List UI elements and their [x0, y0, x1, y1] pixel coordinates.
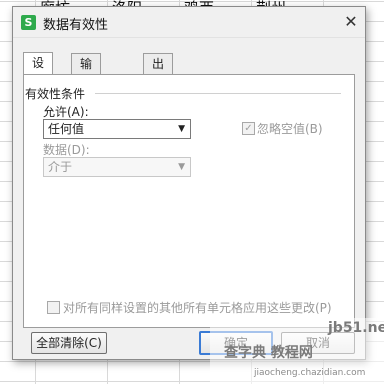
- watermark-site: jb51.net: [328, 320, 384, 336]
- watermark-url: jiaocheng.chazidian.com: [254, 368, 366, 378]
- ignore-blank-label: 忽略空值(B): [257, 122, 323, 136]
- data-validation-dialog: S 数据有效性 ✕ 设置 输入信息 出错警告 有效性条件 允许(A): 任何值 …: [12, 6, 366, 360]
- allow-label: 允许(A):: [43, 105, 89, 119]
- site-watermark: jb51.net 查字典 教程网 jiaocheng.chazidian.com: [210, 318, 384, 384]
- apply-all-checkbox[interactable]: [47, 301, 60, 314]
- allow-select-value: 任何值: [48, 122, 85, 136]
- apply-all-label: 对所有同样设置的其他所有单元格应用这些更改(P): [63, 301, 332, 315]
- data-select-value: 介于: [48, 160, 73, 174]
- data-label: 数据(D):: [43, 143, 90, 157]
- chevron-down-icon: ▼: [178, 162, 185, 172]
- dialog-titlebar[interactable]: S 数据有效性 ✕: [13, 7, 365, 38]
- watermark-brand: 查字典 教程网: [224, 345, 313, 361]
- validation-criteria-heading: 有效性条件: [25, 87, 86, 101]
- clear-all-button[interactable]: 全部清除(C): [31, 332, 107, 354]
- tab-settings[interactable]: 设置: [23, 52, 54, 90]
- tab-error-alert[interactable]: 出错警告: [143, 53, 174, 131]
- section-divider: [95, 93, 341, 94]
- wps-app-icon: S: [21, 15, 36, 30]
- dialog-title: 数据有效性: [43, 18, 109, 33]
- data-select[interactable]: 介于 ▼: [43, 157, 191, 177]
- allow-select[interactable]: 任何值 ▼: [43, 119, 191, 139]
- chevron-down-icon: ▼: [178, 124, 185, 134]
- ignore-blank-checkbox[interactable]: ✓: [242, 122, 255, 135]
- tab-input-message[interactable]: 输入信息: [71, 53, 102, 131]
- close-icon[interactable]: ✕: [341, 12, 361, 32]
